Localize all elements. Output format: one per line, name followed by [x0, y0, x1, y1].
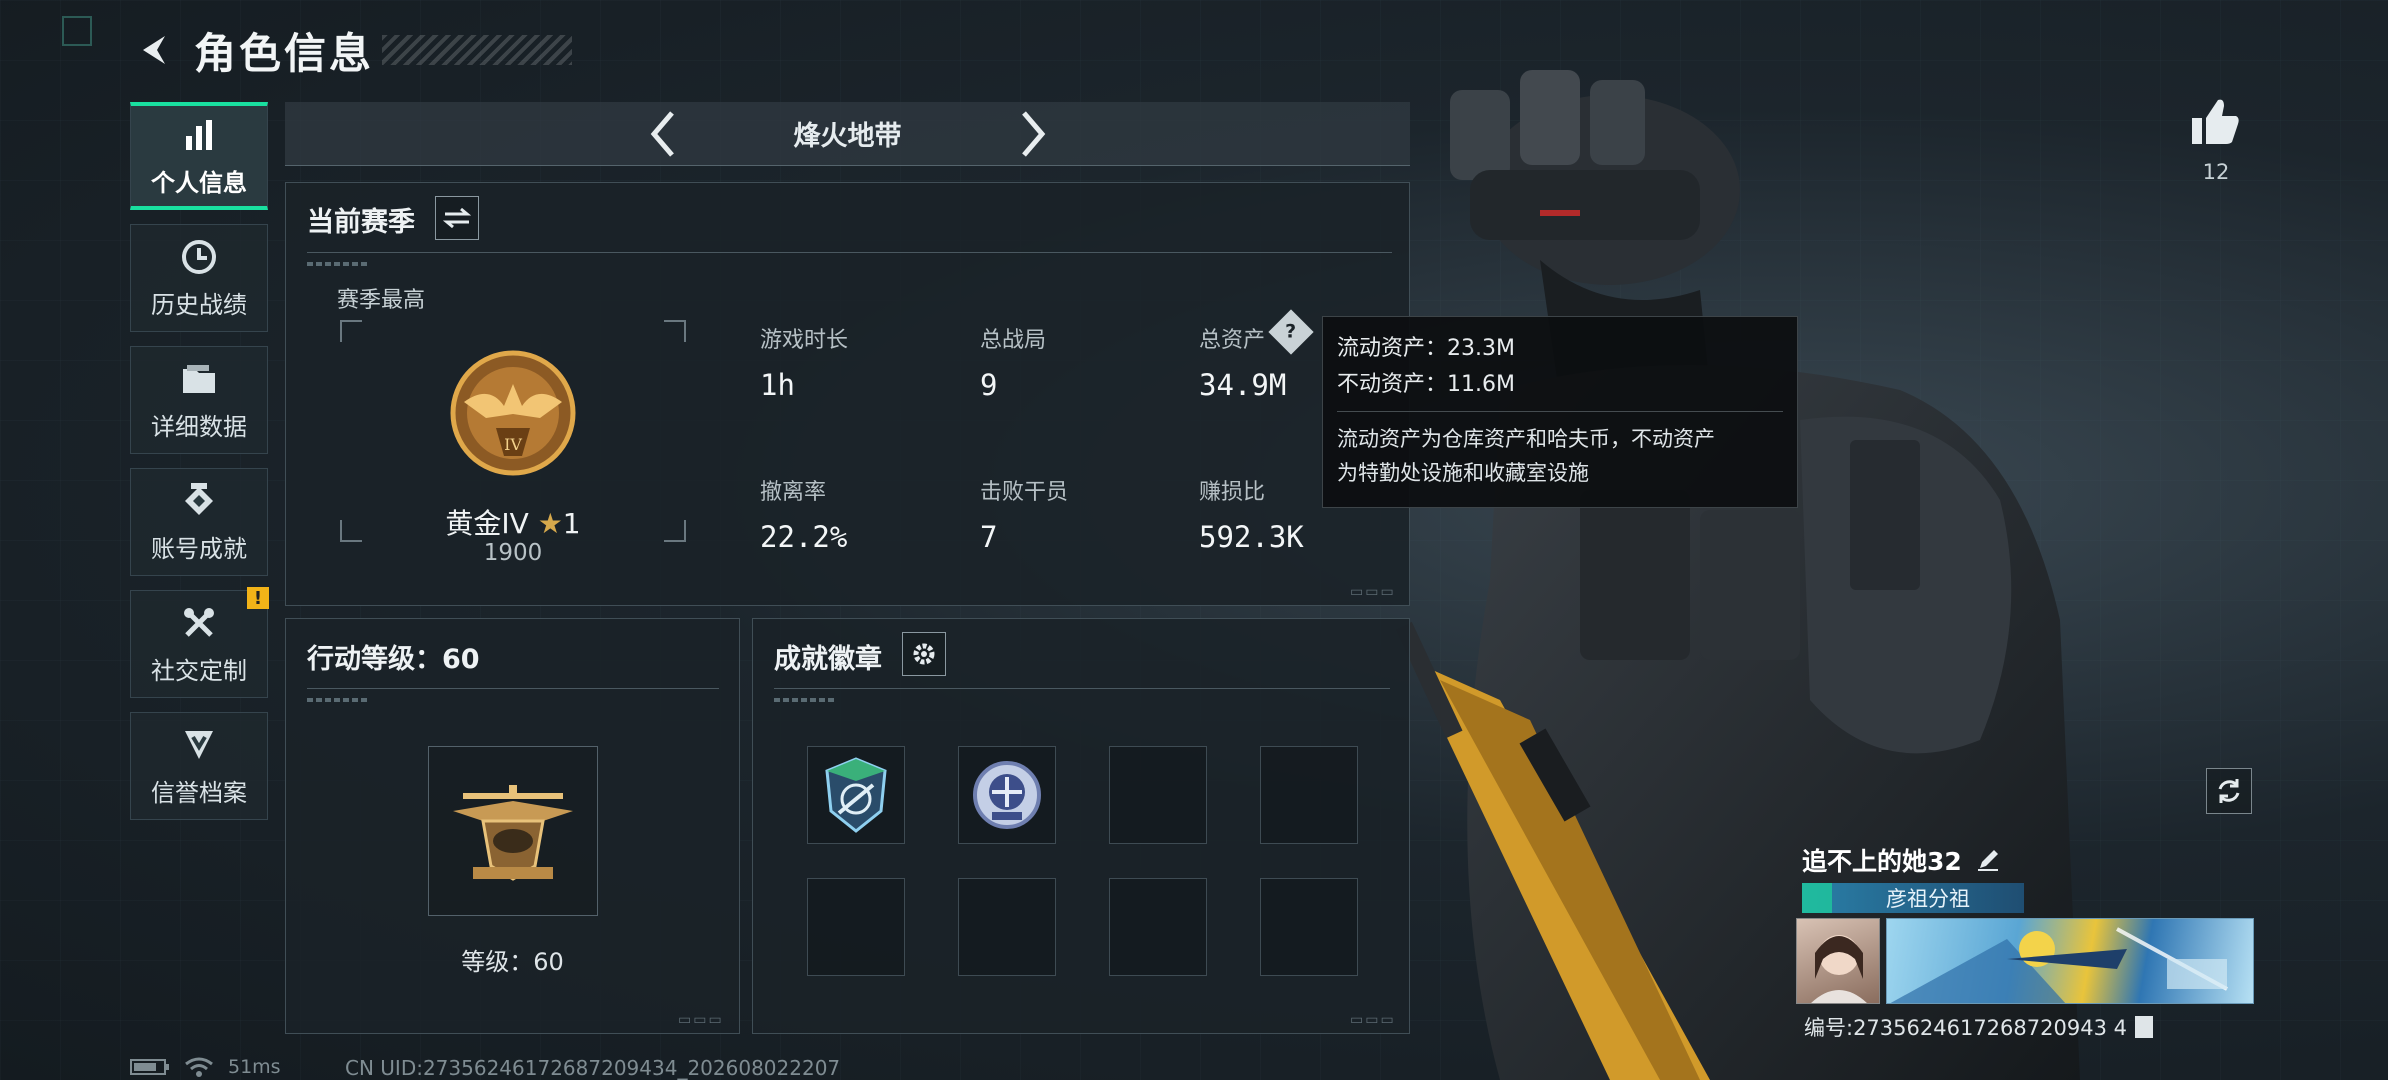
- chevron-left-icon: [650, 110, 674, 157]
- achievement-badge-slot[interactable]: [958, 746, 1056, 844]
- sidebar-item-achievements[interactable]: 账号成就: [130, 468, 268, 576]
- title-decoration: [382, 35, 573, 65]
- decoration: [307, 262, 367, 266]
- achievement-badge-slot[interactable]: [807, 878, 905, 976]
- rank-medal-icon: IV: [450, 350, 576, 476]
- stat-operators-defeated: 击败干员 7: [980, 480, 1069, 554]
- page-title: 角色信息: [194, 28, 375, 78]
- swap-arrows-icon: [443, 207, 471, 229]
- stat-extraction-rate: 撤离率 22.2%: [760, 480, 848, 554]
- player-avatar[interactable]: [1796, 918, 1880, 1004]
- tooltip-liquid-assets: 流动资产：23.3M: [1337, 336, 1515, 361]
- sidebar-nav: 个人信息 历史战绩 详细数据 账号成就 ! 社交定制 信誉档案: [130, 102, 269, 834]
- separator: [774, 688, 1390, 689]
- sidebar-item-label: 信誉档案: [151, 778, 247, 807]
- sidebar-item-credit-profile[interactable]: 信誉档案: [130, 712, 268, 820]
- achievement-badge-slot[interactable]: [1109, 746, 1207, 844]
- sidebar-item-detailed-data[interactable]: 详细数据: [130, 346, 268, 454]
- next-mode-button[interactable]: [1003, 104, 1063, 164]
- achievement-badge-slot[interactable]: [807, 746, 905, 844]
- page-header: 角色信息: [130, 18, 573, 82]
- achievement-settings-button[interactable]: [902, 632, 946, 676]
- decoration: ▭▭▭: [1350, 584, 1396, 600]
- player-name: 追不上的她32: [1802, 842, 2000, 878]
- emblem-badge-icon: [973, 761, 1041, 829]
- team-tag[interactable]: 彦祖分祖: [1802, 883, 2024, 913]
- notification-badge: !: [247, 587, 269, 609]
- wifi-icon: [185, 1057, 213, 1077]
- folder-icon: [179, 359, 219, 399]
- refresh-button[interactable]: [2206, 768, 2252, 814]
- decoration: [774, 698, 834, 702]
- back-arrow-icon: [143, 36, 165, 64]
- history-clock-icon: [179, 237, 219, 277]
- separator: [307, 688, 719, 689]
- action-level-title: 行动等级：60: [307, 644, 480, 675]
- refresh-icon: [2218, 779, 2240, 803]
- switch-season-button[interactable]: [435, 196, 479, 240]
- sniper-badge-icon: [825, 757, 887, 833]
- achievement-badge-slot[interactable]: [958, 878, 1056, 976]
- decoration: ▭▭▭: [678, 1012, 724, 1028]
- like-count: 12: [2202, 160, 2230, 184]
- copy-icon[interactable]: [2134, 1016, 2153, 1038]
- sidebar-item-label: 历史战绩: [151, 290, 247, 319]
- stat-profit-loss-ratio: 赚损比 592.3K: [1199, 480, 1304, 554]
- rank-numeral: IV: [504, 435, 522, 454]
- mode-selector: 烽火地带: [285, 102, 1410, 166]
- helicopter-emblem-icon: [453, 785, 573, 881]
- battery-icon: [130, 1059, 169, 1075]
- sidebar-item-personal-info[interactable]: 个人信息: [130, 102, 268, 210]
- ping-text: 51ms: [228, 1056, 281, 1078]
- mode-title: 烽火地带: [793, 121, 902, 152]
- bar-chart-icon: [179, 115, 219, 155]
- team-icon: [1802, 883, 1832, 913]
- rank-score: 1900: [483, 540, 543, 566]
- tooltip-fixed-assets: 不动资产：11.6M: [1337, 372, 1515, 397]
- team-name: 彦祖分祖: [1886, 887, 1970, 911]
- back-button[interactable]: [130, 25, 180, 75]
- sidebar-item-social-custom[interactable]: ! 社交定制: [130, 587, 269, 698]
- stat-play-time: 游戏时长 1h: [760, 328, 849, 402]
- tools-icon: [179, 603, 219, 643]
- achievement-badge-slot[interactable]: [1260, 746, 1358, 844]
- sidebar-item-label: 账号成就: [151, 534, 247, 563]
- player-banner[interactable]: [1886, 918, 2254, 1004]
- tooltip-description-2: 为特勤处设施和收藏室设施: [1337, 461, 1589, 485]
- current-season-title: 当前赛季: [307, 207, 415, 238]
- uid-text: CN UID:27356246172687209434_202608022207: [345, 1056, 841, 1080]
- sidebar-item-history[interactable]: 历史战绩: [130, 224, 268, 332]
- like-thumbs-up-icon[interactable]: [2190, 96, 2242, 148]
- rank-name: 黄金IV ★1: [445, 507, 581, 540]
- decoration: ▭▭▭: [1350, 1012, 1396, 1028]
- sidebar-item-label: 个人信息: [151, 168, 247, 197]
- gear-icon: [913, 643, 935, 665]
- tooltip-description-1: 流动资产为仓库资产和哈夫币，不动资产: [1337, 427, 1715, 451]
- decoration: [307, 698, 367, 702]
- level-label: 等级：60: [461, 948, 564, 976]
- achievement-emblem-icon: [179, 481, 219, 521]
- achievement-badge-slot[interactable]: [1109, 878, 1207, 976]
- assets-tooltip: 流动资产：23.3M 不动资产：11.6M 流动资产为仓库资产和哈夫币，不动资产…: [1322, 316, 1798, 508]
- stat-total-matches: 总战局 9: [980, 328, 1047, 402]
- season-best-label: 赛季最高: [337, 288, 426, 313]
- prev-mode-button[interactable]: [633, 104, 693, 164]
- sidebar-item-label: 详细数据: [151, 412, 247, 441]
- shield-chevron-icon: [179, 725, 219, 765]
- corner-frame: [62, 16, 92, 46]
- level-emblem: [428, 746, 598, 916]
- star-icon: ★: [537, 507, 563, 540]
- sidebar-item-label: 社交定制: [151, 656, 247, 685]
- avatar-portrait: [1811, 935, 1867, 1003]
- chevron-right-icon: [1021, 110, 1045, 157]
- banner-artwork: [1890, 927, 2228, 1003]
- achievement-badge-slot[interactable]: [1260, 878, 1358, 976]
- edit-pencil-icon[interactable]: [1976, 848, 2000, 872]
- separator: [307, 252, 1392, 253]
- achievements-title: 成就徽章: [774, 644, 882, 675]
- player-id: 编号:2735624617268720943 4: [1804, 1012, 2153, 1042]
- status-bar: 51ms: [130, 1056, 281, 1078]
